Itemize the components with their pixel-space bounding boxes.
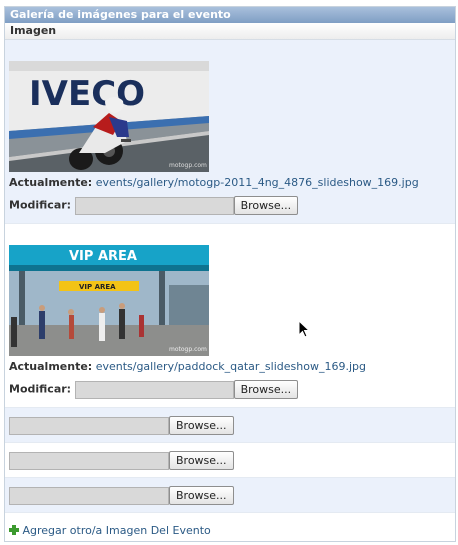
file-path-field[interactable] [74,380,234,399]
add-another-link[interactable]: Agregar otro/a Imagen Del Evento [23,524,211,537]
current-file-link[interactable]: events/gallery/paddock_qatar_slideshow_1… [96,360,366,373]
upload-row-3: Browse... [5,478,455,513]
svg-text:motogp.com: motogp.com [169,162,207,169]
mouse-cursor-icon [298,319,311,341]
modify-label: Modificar: [9,198,72,212]
svg-text:IVECO: IVECO [29,74,145,114]
upload-row-1: Browse... [5,408,455,443]
file-path-field[interactable] [9,451,169,470]
image-thumbnail-motogp: IVECO motogp.com [9,61,209,172]
image-row-2: VIP AREA VIP AREA motogp.com Actualmente… [5,224,455,408]
image-thumbnail-paddock: VIP AREA VIP AREA motogp.com [9,245,209,356]
browse-button[interactable]: Browse... [233,380,299,399]
event-gallery-inline: Galería de imágenes para el evento Image… [4,6,456,542]
group-title: Galería de imágenes para el evento [5,7,455,23]
svg-text:VIP AREA: VIP AREA [79,283,116,291]
modify-line: Modificar: Browse... [9,196,299,215]
browse-button[interactable]: Browse... [169,451,234,470]
svg-text:VIP AREA: VIP AREA [69,249,137,264]
browse-button[interactable]: Browse... [233,196,299,215]
current-label: Actualmente: [9,360,93,373]
current-file-line: Actualmente: events/gallery/paddock_qata… [9,360,366,373]
file-path-field[interactable] [9,486,169,505]
add-icon [9,525,19,535]
modify-line: Modificar: Browse... [9,380,299,399]
browse-button[interactable]: Browse... [169,486,234,505]
current-file-line: Actualmente: events/gallery/motogp-2011_… [9,176,419,189]
browse-button[interactable]: Browse... [169,416,234,435]
column-header-image: Imagen [5,23,455,40]
upload-row-2: Browse... [5,443,455,478]
image-row-1: IVECO motogp.com Actualmente: events/gal… [5,40,455,224]
current-label: Actualmente: [9,176,93,189]
file-path-field[interactable] [74,196,234,215]
svg-text:motogp.com: motogp.com [169,346,207,353]
modify-label: Modificar: [9,382,72,396]
add-another-row[interactable]: Agregar otro/a Imagen Del Evento [9,524,211,537]
file-path-field[interactable] [9,416,169,435]
current-file-link[interactable]: events/gallery/motogp-2011_4ng_4876_slid… [96,176,419,189]
